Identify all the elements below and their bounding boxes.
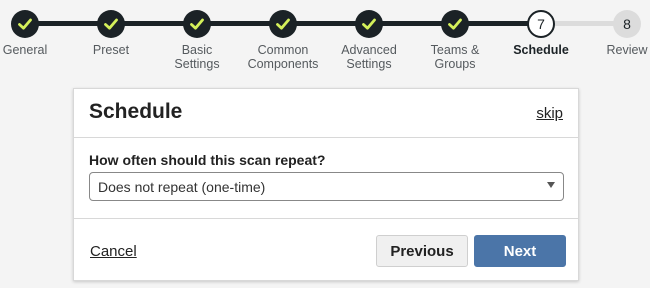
step-4-done-marker[interactable]	[269, 10, 297, 38]
step-connector	[37, 21, 99, 26]
next-button[interactable]: Next	[474, 235, 566, 267]
card-header: Schedule skip	[74, 89, 578, 138]
cancel-link[interactable]: Cancel	[90, 243, 137, 260]
step-8-upcoming-marker: 8	[613, 10, 641, 38]
repeat-frequency-select[interactable]: Does not repeat (one-time)	[89, 172, 564, 201]
step-connector	[553, 21, 615, 26]
step-2-done-marker[interactable]	[97, 10, 125, 38]
checkmark-icon	[362, 18, 376, 30]
step-5-done-marker[interactable]	[355, 10, 383, 38]
step-1-done-marker[interactable]	[11, 10, 39, 38]
dropdown-arrow-icon	[547, 182, 555, 188]
step-connector	[209, 21, 271, 26]
step-connector	[467, 21, 529, 26]
repeat-question-label: How often should this scan repeat?	[89, 152, 326, 168]
wizard-stepper: General Preset Basic Settings Common Com…	[0, 0, 650, 80]
checkmark-icon	[276, 18, 290, 30]
checkmark-icon	[18, 18, 32, 30]
step-7-current-marker: 7	[527, 10, 555, 38]
schedule-card: Schedule skip How often should this scan…	[73, 88, 579, 281]
card-divider	[74, 218, 578, 219]
previous-button[interactable]: Previous	[376, 235, 468, 267]
checkmark-icon	[448, 18, 462, 30]
step-connector	[295, 21, 357, 26]
step-6-done-marker[interactable]	[441, 10, 469, 38]
checkmark-icon	[190, 18, 204, 30]
skip-link[interactable]: skip	[536, 105, 563, 122]
step-connector	[123, 21, 185, 26]
repeat-frequency-value: Does not repeat (one-time)	[98, 179, 266, 195]
card-title: Schedule	[89, 100, 183, 123]
step-3-done-marker[interactable]	[183, 10, 211, 38]
checkmark-icon	[104, 18, 118, 30]
step-connector	[381, 21, 443, 26]
step-label-review: Review	[606, 43, 648, 57]
